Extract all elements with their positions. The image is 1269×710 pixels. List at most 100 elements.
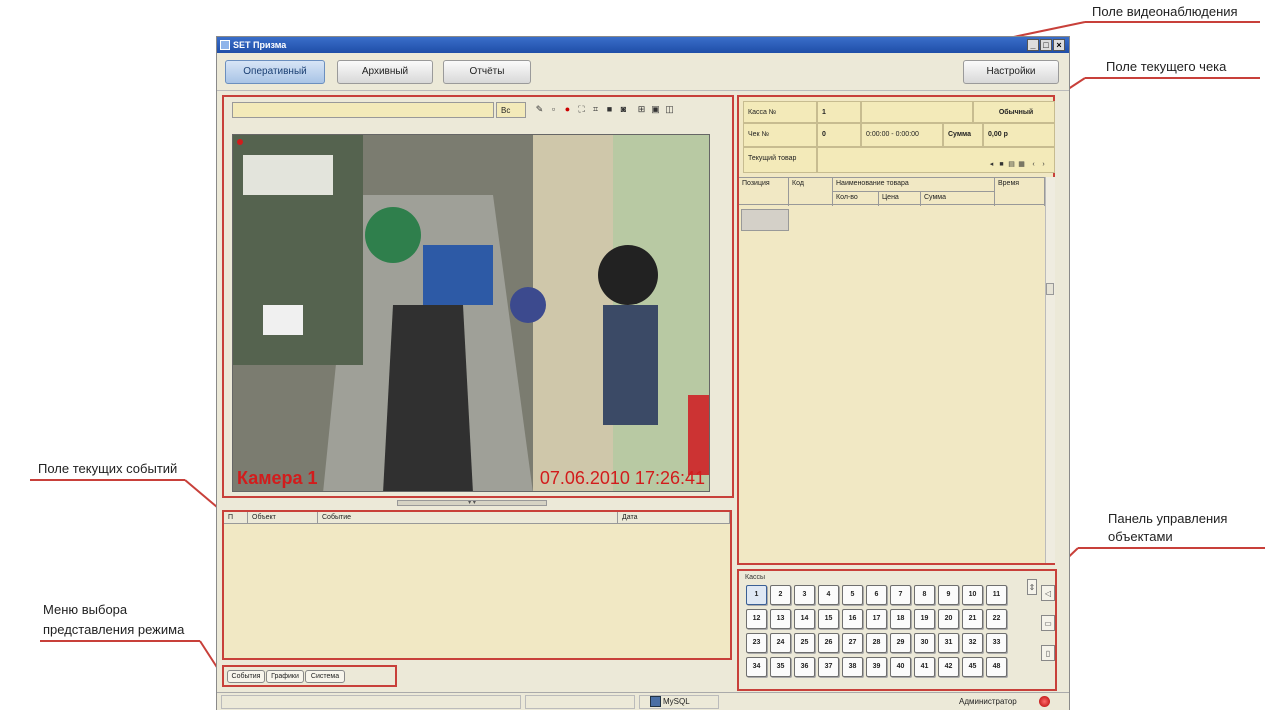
nav-next-icon[interactable]: › <box>1039 160 1048 170</box>
kassa-button-35[interactable]: 35 <box>770 657 791 677</box>
kassa-button-42[interactable]: 42 <box>938 657 959 677</box>
events-col-event[interactable]: Событие <box>318 512 618 524</box>
kassa-button-25[interactable]: 25 <box>794 633 815 653</box>
camera-view[interactable]: Камера 1 07.06.2010 17:26:41 <box>232 134 710 492</box>
record-icon[interactable]: ● <box>562 103 573 115</box>
kassa-button-13[interactable]: 13 <box>770 609 791 629</box>
kassa-button-6[interactable]: 6 <box>866 585 887 605</box>
photo-icon[interactable]: ■ <box>604 103 615 115</box>
kassa-button-41[interactable]: 41 <box>914 657 935 677</box>
kassa-button-19[interactable]: 19 <box>914 609 935 629</box>
kassa-button-2[interactable]: 2 <box>770 585 791 605</box>
title-bar: SET Призма _ □ × <box>217 37 1069 53</box>
kassa-button-24[interactable]: 24 <box>770 633 791 653</box>
col-code[interactable]: Код <box>789 178 833 206</box>
minus-icon[interactable]: ▫ <box>548 103 559 115</box>
video-panel: Вс ✎ ▫ ● ⛶ ⌗ ■ ◙ ⊞ ▣ ◫ Камера 1 07.06.20… <box>222 95 734 498</box>
kassa-button-10[interactable]: 10 <box>962 585 983 605</box>
kassa-button-38[interactable]: 38 <box>842 657 863 677</box>
mode-archive-button[interactable]: Архивный <box>337 60 433 84</box>
kassa-button-32[interactable]: 32 <box>962 633 983 653</box>
nav-print-icon[interactable]: ▦ <box>1017 160 1026 170</box>
kassa-button-16[interactable]: 16 <box>842 609 863 629</box>
pin-icon[interactable]: ✎ <box>534 103 545 115</box>
maximize-button[interactable]: □ <box>1040 39 1052 51</box>
kassa-button-37[interactable]: 37 <box>818 657 839 677</box>
kassa-button-22[interactable]: 22 <box>986 609 1007 629</box>
mode-operative-button[interactable]: Оперативный <box>225 60 325 84</box>
nav-first-icon[interactable]: ◂ <box>987 160 996 170</box>
layout-split-icon[interactable]: ◫ <box>664 103 675 115</box>
kassa-button-29[interactable]: 29 <box>890 633 911 653</box>
kassa-button-40[interactable]: 40 <box>890 657 911 677</box>
minimize-button[interactable]: _ <box>1027 39 1039 51</box>
nav-list-icon[interactable]: ▤ <box>1007 160 1016 170</box>
kassa-button-45[interactable]: 45 <box>962 657 983 677</box>
kassa-button-31[interactable]: 31 <box>938 633 959 653</box>
kassa-button-3[interactable]: 3 <box>794 585 815 605</box>
col-sum[interactable]: Сумма <box>921 192 995 206</box>
settings-button[interactable]: Настройки <box>963 60 1059 84</box>
kassa-button-9[interactable]: 9 <box>938 585 959 605</box>
col-price[interactable]: Цена <box>879 192 921 206</box>
kassa-button-12[interactable]: 12 <box>746 609 767 629</box>
kassa-button-8[interactable]: 8 <box>914 585 935 605</box>
events-col-date[interactable]: Дата <box>618 512 730 524</box>
sum-value: 0,00 р <box>983 123 1055 147</box>
events-col-object[interactable]: Объект <box>248 512 318 524</box>
nav-stop-icon[interactable]: ■ <box>997 160 1006 170</box>
tab-events[interactable]: События <box>227 670 265 683</box>
kassa-button-4[interactable]: 4 <box>818 585 839 605</box>
kassa-button-20[interactable]: 20 <box>938 609 959 629</box>
kassa-button-11[interactable]: 11 <box>986 585 1007 605</box>
kassa-button-1[interactable]: 1 <box>746 585 767 605</box>
scroll-updown-icon[interactable]: ⇕ <box>1027 579 1037 595</box>
object-tool-1-icon[interactable]: ◁ <box>1041 585 1055 601</box>
nav-prev-icon[interactable]: ‹ <box>1029 160 1038 170</box>
panel-splitter[interactable]: ▾ ▾ <box>397 500 547 506</box>
layout-grid-icon[interactable]: ▣ <box>650 103 661 115</box>
video-search-input[interactable] <box>232 102 494 118</box>
kassa-button-21[interactable]: 21 <box>962 609 983 629</box>
kassa-button-5[interactable]: 5 <box>842 585 863 605</box>
tab-charts[interactable]: Графики <box>266 670 304 683</box>
kassa-button-15[interactable]: 15 <box>818 609 839 629</box>
kassa-button-14[interactable]: 14 <box>794 609 815 629</box>
kassa-button-30[interactable]: 30 <box>914 633 935 653</box>
kassa-button-36[interactable]: 36 <box>794 657 815 677</box>
events-col-p[interactable]: П <box>224 512 248 524</box>
receipt-type: Обычный <box>973 101 1055 123</box>
col-qty[interactable]: Кол-во <box>833 192 879 206</box>
camera-icon[interactable]: ⌗ <box>590 103 601 115</box>
kassa-button-39[interactable]: 39 <box>866 657 887 677</box>
kassa-button-33[interactable]: 33 <box>986 633 1007 653</box>
receipt-row-selected[interactable] <box>741 209 789 231</box>
status-db: MySQL <box>639 695 719 709</box>
receipt-scrollbar[interactable] <box>1045 177 1055 563</box>
col-name[interactable]: Наименование товара <box>833 178 995 192</box>
kassa-button-48[interactable]: 48 <box>986 657 1007 677</box>
kassa-button-27[interactable]: 27 <box>842 633 863 653</box>
object-tool-3-icon[interactable]: ▯ <box>1041 645 1055 661</box>
kassa-button-28[interactable]: 28 <box>866 633 887 653</box>
kassa-button-26[interactable]: 26 <box>818 633 839 653</box>
kassa-button-17[interactable]: 17 <box>866 609 887 629</box>
close-button[interactable]: × <box>1053 39 1065 51</box>
mode-reports-button[interactable]: Отчёты <box>443 60 531 84</box>
kassa-button-23[interactable]: 23 <box>746 633 767 653</box>
col-position[interactable]: Позиция <box>739 178 789 206</box>
check-value: 0 <box>817 123 861 147</box>
fullscreen-icon[interactable]: ⛶ <box>576 103 587 115</box>
col-time[interactable]: Время <box>995 178 1045 206</box>
tab-system[interactable]: Система <box>305 670 345 683</box>
events-panel: П Объект Событие Дата <box>222 510 732 660</box>
object-tool-2-icon[interactable]: ▭ <box>1041 615 1055 631</box>
layout-quad-icon[interactable]: ⊞ <box>636 103 647 115</box>
kassa-button-7[interactable]: 7 <box>890 585 911 605</box>
snapshot-icon[interactable]: ◙ <box>618 103 629 115</box>
kassa-button-18[interactable]: 18 <box>890 609 911 629</box>
status-user: Администратор <box>959 697 1017 706</box>
video-mode-label[interactable]: Вс <box>496 102 526 118</box>
kassa-button-34[interactable]: 34 <box>746 657 767 677</box>
receipt-scroll-thumb[interactable] <box>1046 283 1054 295</box>
